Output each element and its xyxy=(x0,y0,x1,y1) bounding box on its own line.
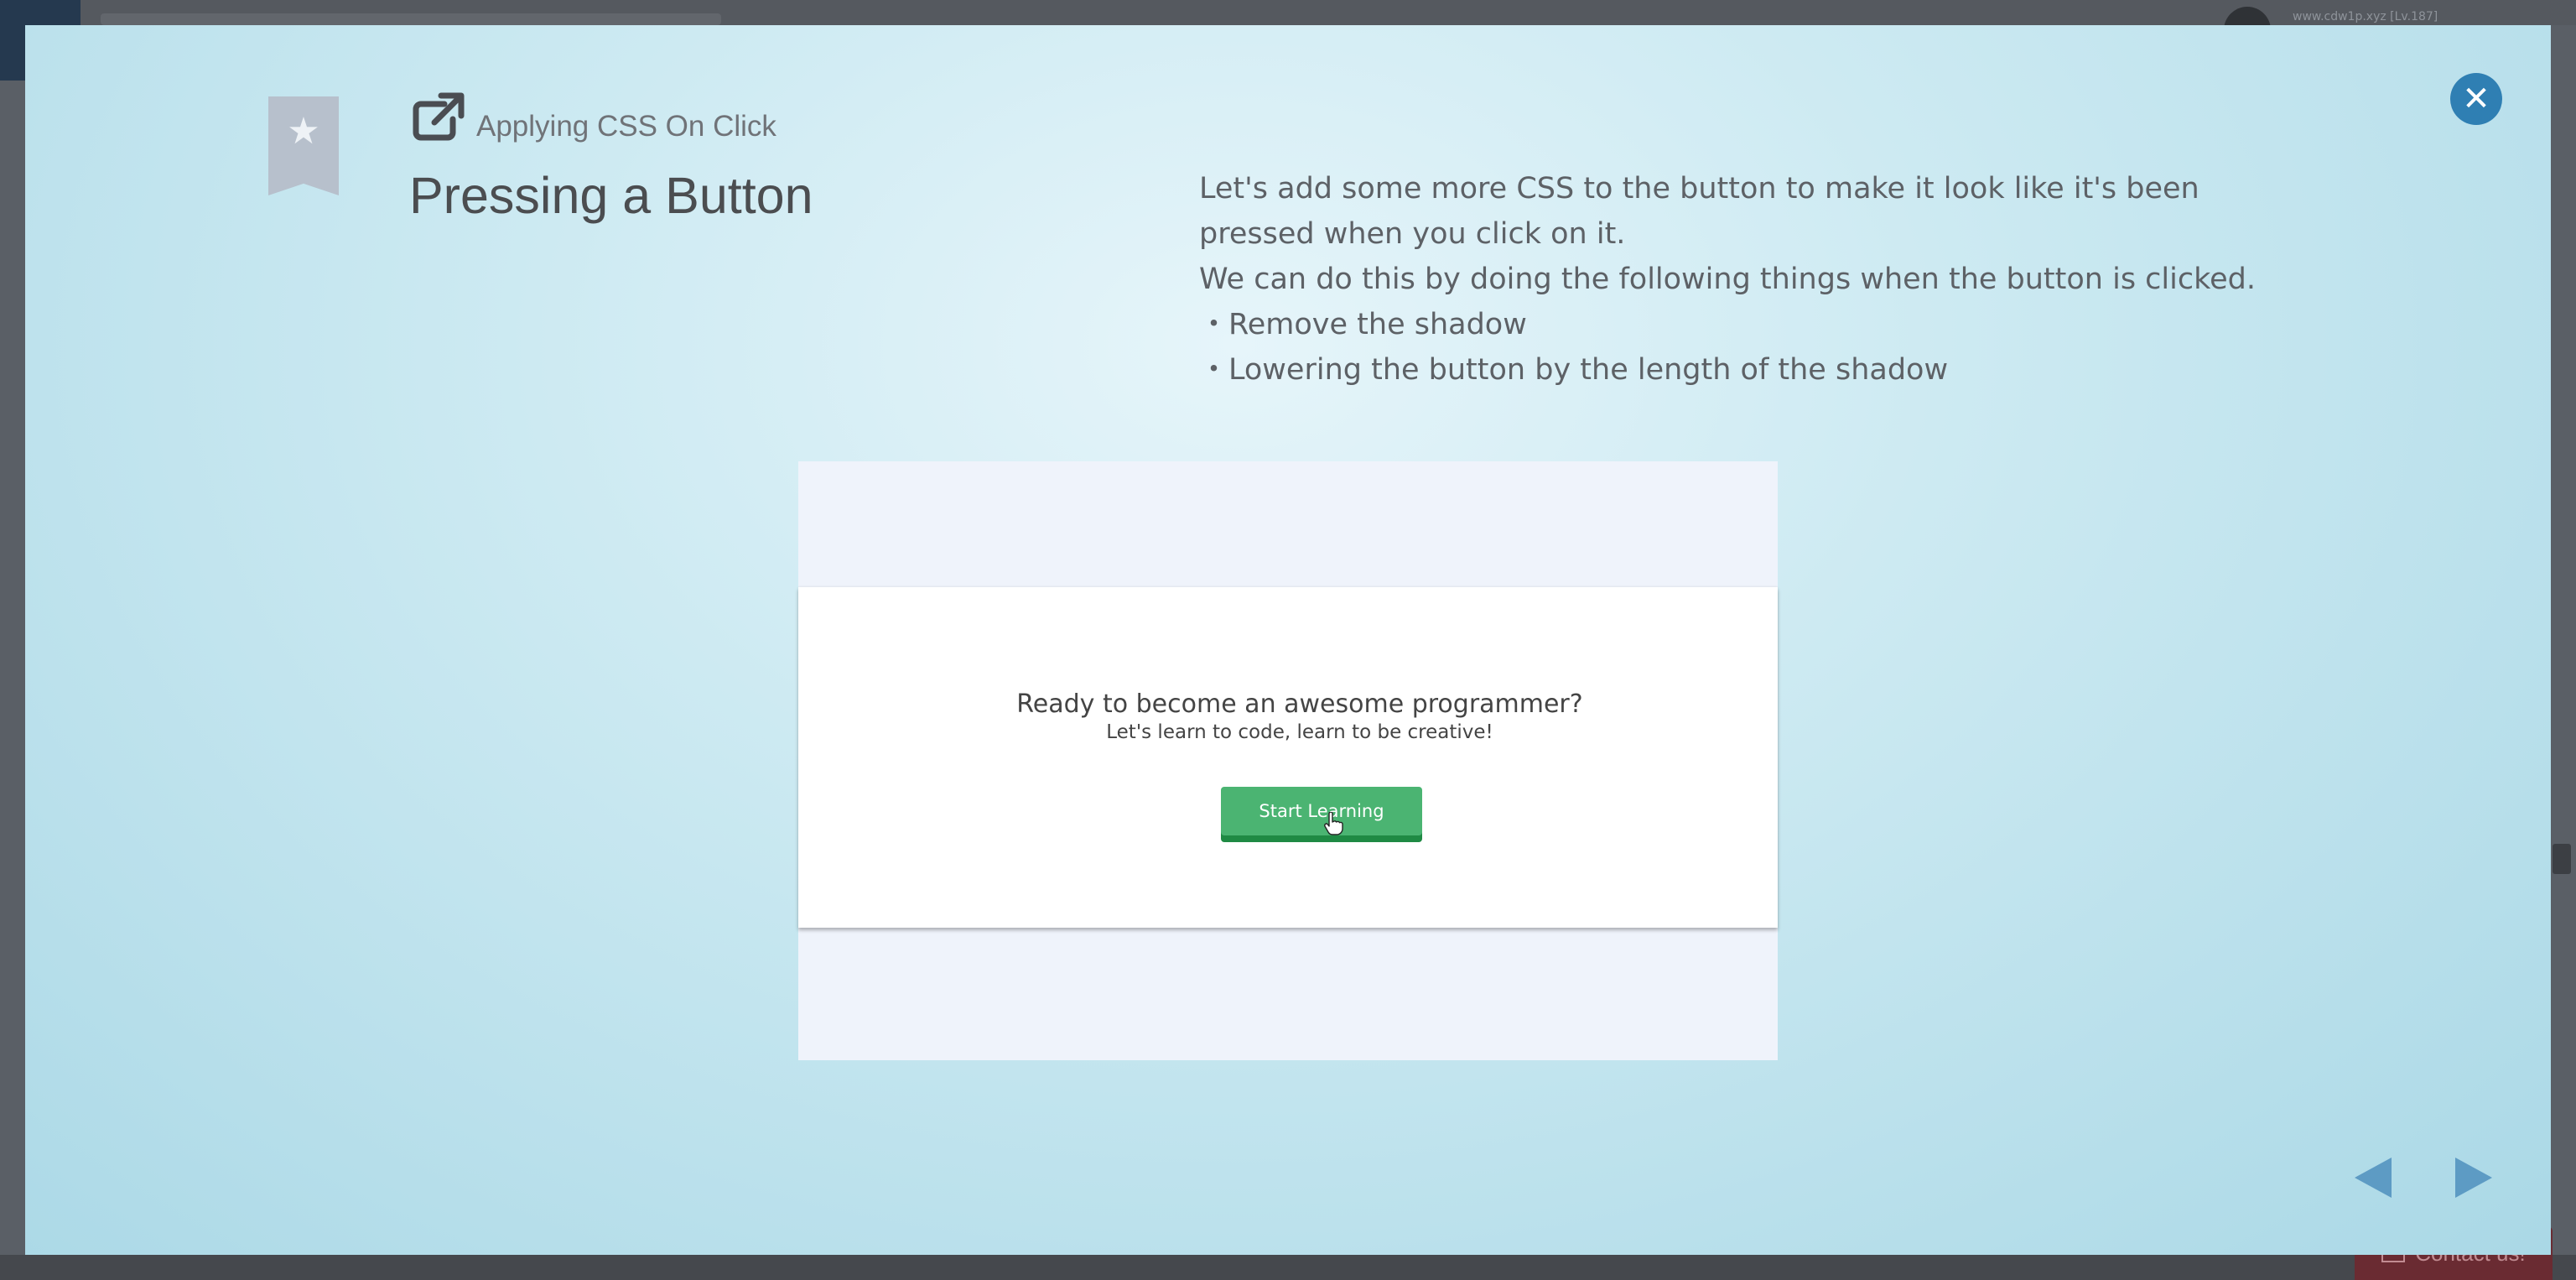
description-line: Let's add some more CSS to the button to… xyxy=(1199,172,2199,251)
next-slide-button[interactable] xyxy=(2454,1154,2496,1201)
description-line: We can do this by doing the following th… xyxy=(1199,263,2257,296)
background-search-bar xyxy=(101,13,721,25)
demo-heading: Ready to become an awesome programmer? xyxy=(1016,689,1583,719)
demo-card: Ready to become an awesome programmer? L… xyxy=(798,587,1778,928)
description-bullet: ・Lowering the button by the length of th… xyxy=(1199,353,1949,387)
star-icon: ★ xyxy=(287,110,320,153)
slide-subtitle: Applying CSS On Click xyxy=(476,110,776,143)
demo-subheading: Let's learn to code, learn to be creativ… xyxy=(1106,721,1493,743)
bookmark-button[interactable]: ★ xyxy=(268,96,339,195)
background-bottom-bar xyxy=(0,1255,2576,1280)
background-scrollbar-thumb xyxy=(2553,844,2571,874)
hand-cursor-icon xyxy=(1324,812,1343,835)
slide-title: Pressing a Button xyxy=(409,167,813,224)
external-link-icon[interactable] xyxy=(411,91,466,143)
slide-subtitle-row: Applying CSS On Click xyxy=(411,91,776,143)
background-user-info: www.cdw1p.xyz [Lv.187] xyxy=(2293,10,2438,23)
start-learning-button: Start Learning xyxy=(1221,787,1422,835)
demo-image: Ready to become an awesome programmer? L… xyxy=(798,461,1778,1060)
slide-modal: ★ Applying CSS On Click Pressing a Butto… xyxy=(25,25,2551,1255)
close-button[interactable]: ✕ xyxy=(2450,73,2502,125)
previous-slide-button[interactable] xyxy=(2351,1154,2393,1201)
slide-description: Let's add some more CSS to the button to… xyxy=(1199,166,2323,393)
description-bullet: ・Remove the shadow xyxy=(1199,308,1527,341)
close-icon: ✕ xyxy=(2462,80,2490,118)
